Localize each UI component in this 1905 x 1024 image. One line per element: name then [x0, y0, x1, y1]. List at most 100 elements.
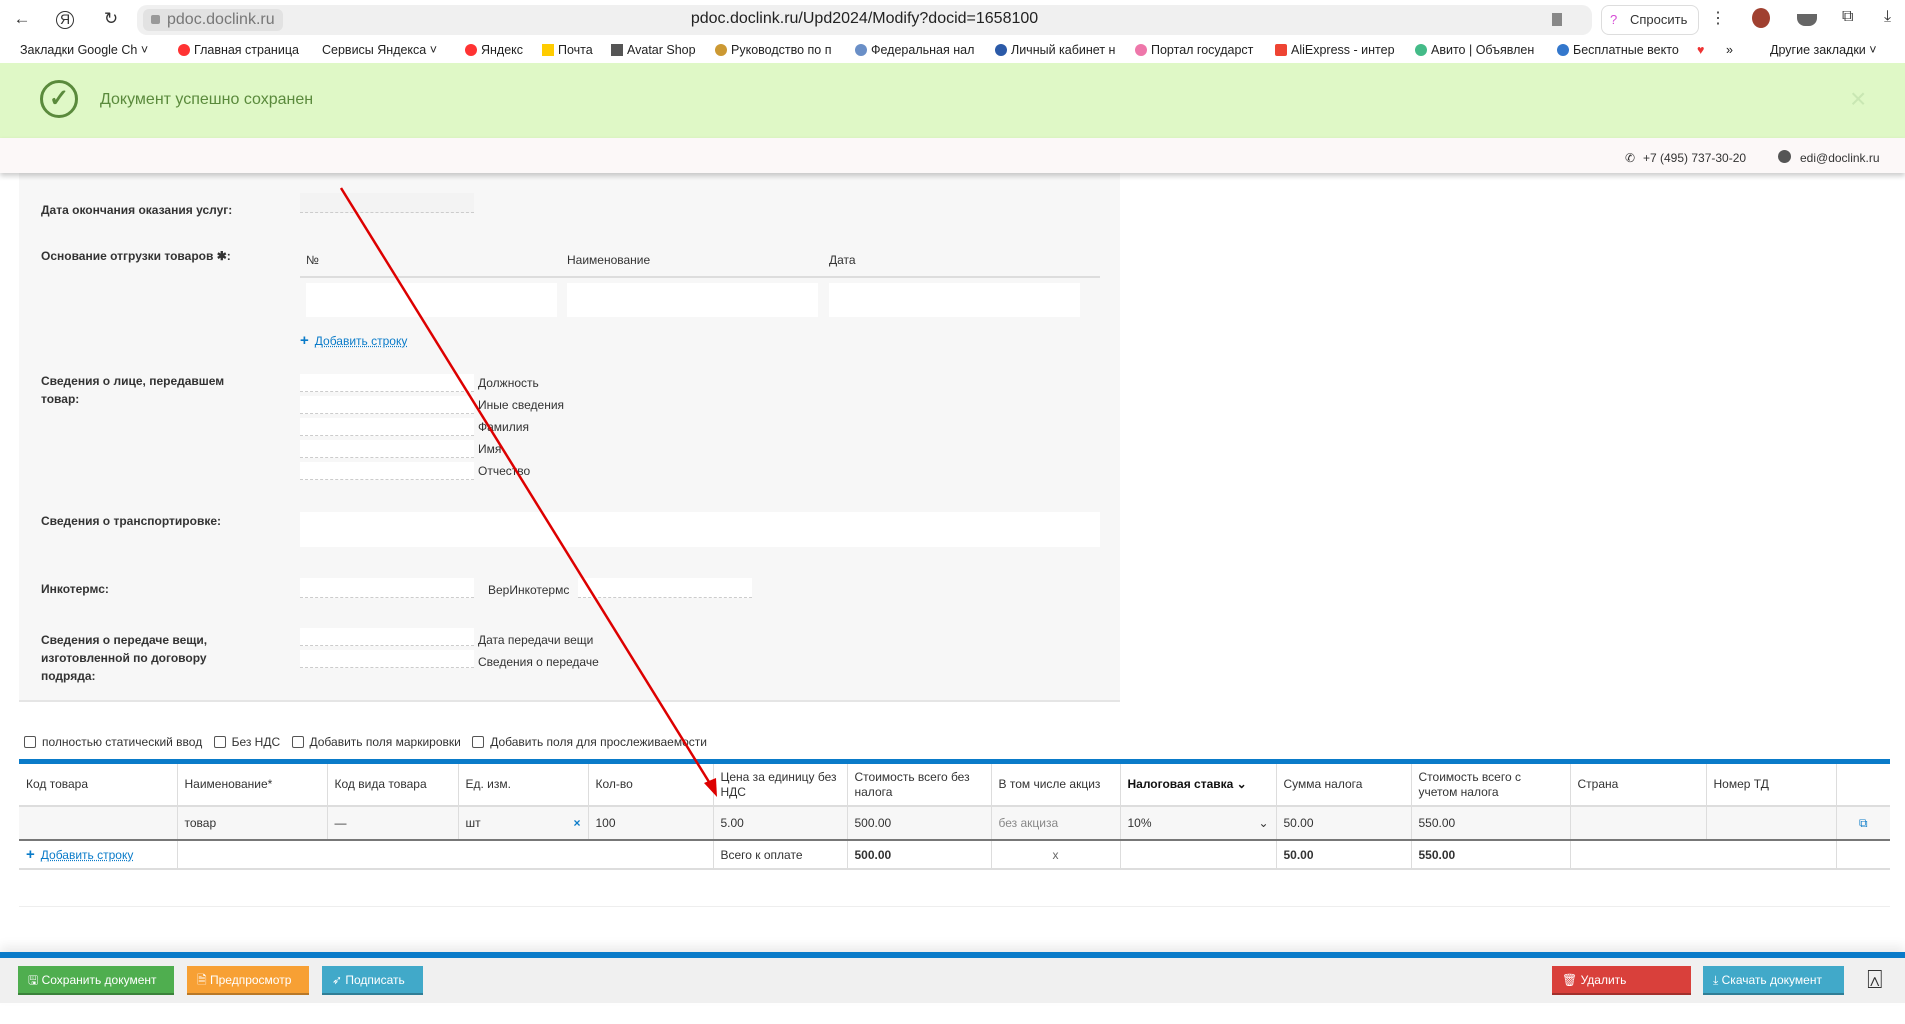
stamp-icon[interactable]: ⍓ [1867, 964, 1883, 996]
surname-label: Фамилия [478, 420, 529, 434]
bookmark-icon[interactable] [1552, 13, 1562, 26]
download-icon: ⤓ [1713, 973, 1722, 987]
name-cell[interactable]: товар [176, 805, 327, 841]
basis-date-input[interactable] [829, 283, 1080, 317]
position-input[interactable] [300, 374, 474, 392]
other-bookmarks[interactable]: Другие закладки ˅ [1770, 43, 1877, 57]
col-code: Код товара [26, 777, 89, 791]
reload-icon[interactable]: ↻ [99, 9, 123, 29]
col-country: Страна [1569, 764, 1706, 806]
total-cell[interactable]: 550.00 [1410, 805, 1570, 841]
unit-cell[interactable]: шт × [457, 805, 588, 841]
browser-toolbar: ← Я ↻ pdoc.doclink.ru pdoc.doclink.ru/Up… [0, 0, 1905, 63]
tax-cell[interactable]: 50.00 [1275, 805, 1411, 841]
col-kind: Код вида товара [326, 764, 458, 806]
transfer-label: Сведения о передаче вещи, изготовленной … [41, 633, 208, 683]
col-unit: Ед. изм. [457, 764, 588, 806]
bookmark[interactable]: Личный кабинет н [995, 43, 1115, 57]
end-date-input[interactable] [300, 193, 474, 213]
transfer-date-input[interactable] [300, 628, 474, 646]
divider [19, 906, 1890, 907]
collections-icon[interactable]: ⧉ [1842, 8, 1853, 26]
basis-name-input[interactable] [567, 283, 818, 317]
bookmark[interactable]: Бесплатные векто [1557, 43, 1679, 57]
chevron-down-icon: ⌄ [1258, 816, 1269, 830]
marking-fields-checkbox[interactable]: Добавить поля маркировки [291, 735, 461, 749]
traceability-fields-checkbox[interactable]: Добавить поля для прослеживаемости [472, 735, 707, 749]
col-excise: В том числе акциз [990, 764, 1120, 806]
phone: +7 (495) 737-30-20 [1643, 151, 1747, 165]
address-bar[interactable]: pdoc.doclink.ru pdoc.doclink.ru/Upd2024/… [137, 5, 1592, 35]
heart-icon[interactable]: ♥ [1697, 43, 1704, 57]
transfer-info-input[interactable] [300, 650, 474, 668]
check-circle-icon: ✓ [40, 80, 78, 118]
bookmark[interactable]: Авито | Объявлен [1415, 43, 1534, 57]
bookmark[interactable]: Федеральная нал [855, 43, 974, 57]
extension-icon[interactable] [1752, 8, 1770, 28]
transport-input[interactable] [300, 512, 1100, 547]
bookmark[interactable]: Avatar Shop [611, 43, 696, 57]
sign-button[interactable]: ➶ Подписать [322, 966, 423, 995]
yandex-icon[interactable]: Я [56, 11, 74, 29]
ver-incoterms-input[interactable] [578, 578, 752, 598]
save-button[interactable]: 🖫 Сохранить документ [18, 966, 174, 995]
tax-rate-select[interactable]: 10% ⌄ [1119, 805, 1276, 841]
other-info-input[interactable] [300, 396, 474, 414]
preview-button[interactable]: 🗎 Предпросмотр [187, 966, 309, 995]
bookmark[interactable]: Портал государст [1135, 43, 1253, 57]
url-text: pdoc.doclink.ru/Upd2024/Modify?docid=165… [690, 10, 1039, 27]
transfer-info-label: Сведения о передаче [478, 655, 599, 669]
bookmark[interactable]: Яндекс [465, 43, 523, 57]
transport-label: Сведения о транспортировке: [41, 514, 221, 528]
bookmark[interactable]: AliExpress - интер [1275, 43, 1395, 57]
bookmark[interactable]: Главная страница [178, 43, 299, 57]
bookmark[interactable]: Руководство по п [715, 43, 831, 57]
copy-row-icon[interactable]: ⧉ [1835, 805, 1890, 841]
bookmark-folder[interactable]: Сервисы Яндекса ˅ [322, 43, 437, 57]
ver-incoterms-label: ВерИнкотермс [488, 583, 570, 597]
bookmark[interactable]: Почта [542, 43, 593, 57]
basis-col-number: № [306, 253, 319, 267]
site-header: ✆ +7 (495) 737-30-20 edi@doclink.ru [0, 138, 1905, 173]
surname-input[interactable] [300, 418, 474, 436]
kind-cell[interactable]: — [326, 805, 458, 841]
table-add-row[interactable]: + Добавить строку [19, 840, 177, 870]
first-name-input[interactable] [300, 440, 474, 458]
qty-cell[interactable]: 100 [587, 805, 713, 841]
static-input-checkbox[interactable]: полностью статический ввод [24, 735, 202, 749]
goods-table: Код товара Наименование* Код вида товара… [19, 759, 1890, 870]
patronymic-input[interactable] [300, 462, 474, 480]
bookmark-folder[interactable]: Закладки Google Ch ˅ [20, 43, 148, 57]
transfer-date-label: Дата передачи вещи [478, 633, 594, 647]
cost-cell[interactable]: 500.00 [846, 805, 991, 841]
ask-button[interactable]: ? Спросить [1601, 5, 1699, 35]
first-name-label: Имя [478, 442, 502, 456]
td-cell[interactable] [1705, 805, 1836, 841]
country-cell[interactable] [1569, 805, 1706, 841]
options-row: полностью статический ввод Без НДС Добав… [24, 735, 715, 749]
basis-add-row[interactable]: + Добавить строку [300, 332, 407, 349]
basis-label: Основание отгрузки товаров ✱: [41, 249, 231, 263]
excise-cell[interactable]: без акциза [990, 805, 1120, 841]
incoterms-label: Инкотермс: [41, 582, 109, 596]
no-vat-checkbox[interactable]: Без НДС [213, 735, 280, 749]
more-bookmarks[interactable]: » [1726, 43, 1733, 57]
trash-icon: 🗑 [1562, 973, 1581, 987]
col-total: Стоимость всего с учетом налога [1410, 764, 1570, 806]
basis-number-input[interactable] [306, 283, 557, 317]
back-icon[interactable]: ← [10, 9, 34, 29]
close-icon[interactable]: × [1850, 83, 1866, 115]
success-banner: ✓ Документ успешно сохранен × [0, 63, 1905, 138]
download-button[interactable]: ⤓ Скачать документ [1703, 966, 1844, 995]
incoterms-input[interactable] [300, 578, 474, 598]
email[interactable]: edi@doclink.ru [1800, 151, 1880, 165]
download-icon[interactable]: ⤓ [1884, 8, 1891, 26]
menu-icon[interactable]: ⋮ [1710, 8, 1726, 28]
code-cell[interactable] [19, 805, 177, 841]
clear-icon[interactable]: × [573, 816, 580, 830]
col-tax-rate[interactable]: Налоговая ставка ⌄ [1119, 764, 1276, 806]
table-header-row: Код товара Наименование* Код вида товара… [19, 764, 1890, 806]
delete-button[interactable]: 🗑 Удалить документ [1552, 966, 1691, 1016]
extension-icon[interactable] [1797, 14, 1817, 26]
price-cell[interactable]: 5.00 [712, 805, 847, 841]
